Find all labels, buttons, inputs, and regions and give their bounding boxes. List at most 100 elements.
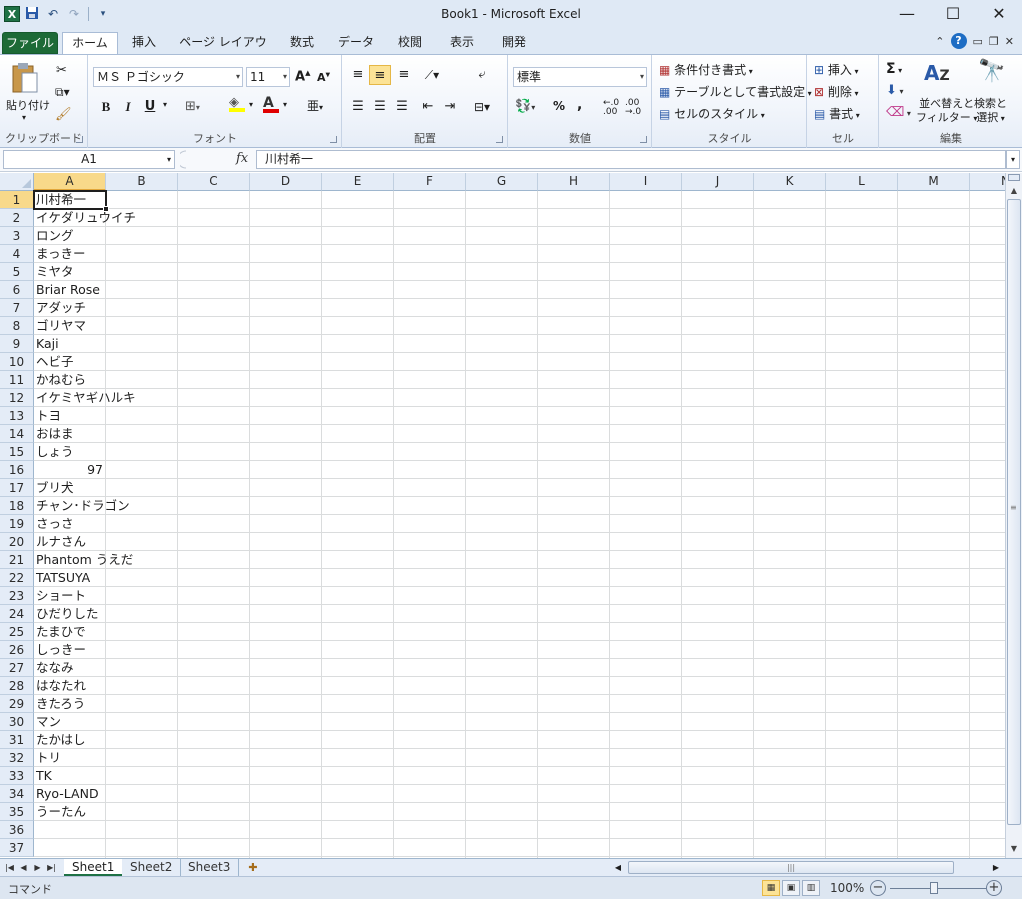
row-header[interactable]: 24: [0, 605, 34, 623]
cell-a14[interactable]: おはま: [34, 425, 74, 443]
cell-a22[interactable]: TATSUYA: [34, 569, 90, 587]
cell-a20[interactable]: ルナさん: [34, 533, 86, 551]
tab-file[interactable]: ファイル: [2, 32, 58, 54]
column-header[interactable]: N: [970, 173, 1005, 191]
sort-filter-button[interactable]: 並べ替えと フィルター ▾: [916, 97, 977, 126]
cell-a37[interactable]: [34, 839, 36, 857]
paste-icon[interactable]: [10, 61, 40, 98]
number-format-select[interactable]: 標準 ▾: [513, 67, 647, 87]
font-size-select[interactable]: 11 ▾: [246, 67, 290, 87]
split-box[interactable]: [1008, 174, 1020, 181]
cell-a30[interactable]: マン: [34, 713, 61, 731]
row-header[interactable]: 5: [0, 263, 34, 281]
next-sheet-icon[interactable]: ▶: [32, 860, 43, 876]
font-name-select[interactable]: ＭＳ Ｐゴシック ▾: [93, 67, 243, 87]
sort-filter-icon[interactable]: AZ: [924, 61, 950, 85]
alignment-launcher-icon[interactable]: [496, 136, 503, 143]
chevron-down-icon[interactable]: ▾: [167, 151, 171, 168]
horizontal-scroll-thumb[interactable]: |||: [628, 861, 954, 874]
cell-a31[interactable]: たかはし: [34, 731, 86, 749]
row-header[interactable]: 25: [0, 623, 34, 641]
column-header[interactable]: L: [826, 173, 898, 191]
workbook-restore-icon[interactable]: ❐: [989, 35, 999, 48]
borders-icon[interactable]: ⊞▾: [185, 99, 200, 114]
cell-a25[interactable]: たまひで: [34, 623, 86, 641]
row-header[interactable]: 14: [0, 425, 34, 443]
scroll-down-icon[interactable]: ▼: [1006, 841, 1022, 857]
cell-a5[interactable]: ミヤタ: [34, 263, 74, 281]
workbook-minimize-icon[interactable]: ▭: [973, 35, 983, 48]
column-header[interactable]: I: [610, 173, 682, 191]
zoom-level[interactable]: 100%: [830, 881, 864, 895]
accounting-format-icon[interactable]: 💱▾: [515, 99, 535, 114]
comma-button[interactable]: ,: [577, 97, 582, 113]
tab-insert[interactable]: 挿入: [124, 32, 164, 54]
row-header[interactable]: 36: [0, 821, 34, 839]
horizontal-scrollbar[interactable]: ◀ ||| ▶: [606, 860, 1006, 875]
row-header[interactable]: 11: [0, 371, 34, 389]
align-right-icon[interactable]: ☰: [391, 97, 413, 117]
page-layout-view-icon[interactable]: ▣: [782, 880, 800, 896]
cell-a19[interactable]: さっさ: [34, 515, 74, 533]
column-header[interactable]: B: [106, 173, 178, 191]
format-as-table-button[interactable]: ▦ テーブルとして書式設定 ▾: [659, 83, 812, 100]
cell-a24[interactable]: ひだりした: [34, 605, 99, 623]
paste-button[interactable]: 貼り付け: [6, 97, 50, 113]
cell-a23[interactable]: ショート: [34, 587, 86, 605]
row-header[interactable]: 1: [0, 191, 34, 209]
align-middle-icon[interactable]: ≡: [369, 65, 391, 85]
fill-icon[interactable]: ⬇ ▾: [886, 83, 903, 98]
help-icon[interactable]: ?: [950, 33, 967, 49]
zoom-out-icon[interactable]: −: [870, 880, 886, 896]
zoom-slider-track[interactable]: [890, 888, 986, 889]
cell-a35[interactable]: うーたん: [34, 803, 86, 821]
cell-a10[interactable]: ヘビ子: [34, 353, 74, 371]
phonetic-guide-icon[interactable]: 亜▾: [307, 97, 323, 114]
percent-button[interactable]: %: [553, 99, 565, 113]
cell-a32[interactable]: トリ: [34, 749, 61, 767]
italic-button[interactable]: I: [117, 97, 139, 117]
row-header[interactable]: 33: [0, 767, 34, 785]
column-header[interactable]: F: [394, 173, 466, 191]
prev-sheet-icon[interactable]: ◀: [18, 860, 29, 876]
insert-sheet-icon[interactable]: ✚: [244, 860, 262, 875]
cell-a7[interactable]: アダッチ: [34, 299, 86, 317]
last-sheet-icon[interactable]: ▶|: [46, 860, 57, 876]
zoom-in-icon[interactable]: +: [986, 880, 1002, 896]
cell-a18[interactable]: チャン･ドラゴン: [34, 497, 130, 515]
row-header[interactable]: 6: [0, 281, 34, 299]
find-select-button[interactable]: 検索と 選択 ▾: [974, 97, 1007, 126]
row-header[interactable]: 32: [0, 749, 34, 767]
column-header[interactable]: H: [538, 173, 610, 191]
grow-font-icon[interactable]: A▲: [295, 69, 310, 84]
bold-button[interactable]: B: [95, 97, 117, 117]
cell-a11[interactable]: かねむら: [34, 371, 86, 389]
insert-cells-button[interactable]: ⊞ 挿入 ▾: [814, 61, 858, 78]
cell-a36[interactable]: [34, 821, 36, 839]
decrease-decimal-icon[interactable]: .00 →.0: [625, 99, 641, 117]
row-header[interactable]: 2: [0, 209, 34, 227]
column-header[interactable]: J: [682, 173, 754, 191]
worksheet-grid[interactable]: ABCDEFGHIJKLMN 1川村希一2イケダリュウイチ3ロング4まっきー5ミ…: [0, 173, 1005, 858]
scroll-right-icon[interactable]: ▶: [990, 860, 1002, 875]
select-all-button[interactable]: [0, 173, 34, 191]
cell-a2[interactable]: イケダリュウイチ: [34, 209, 136, 227]
cell-a17[interactable]: ブリ犬: [34, 479, 74, 497]
workbook-close-icon[interactable]: ✕: [1005, 35, 1014, 48]
fill-color-icon[interactable]: ◈: [229, 95, 245, 112]
decrease-indent-icon[interactable]: ⇤: [417, 97, 439, 117]
cell-a3[interactable]: ロング: [34, 227, 74, 245]
conditional-formatting-button[interactable]: ▦ 条件付き書式 ▾: [659, 61, 753, 78]
row-header[interactable]: 4: [0, 245, 34, 263]
row-header[interactable]: 13: [0, 407, 34, 425]
formula-input[interactable]: 川村希一: [256, 150, 1006, 169]
tab-view[interactable]: 表示: [442, 32, 482, 54]
minimize-icon[interactable]: —: [884, 0, 930, 30]
align-bottom-icon[interactable]: ≡: [393, 65, 415, 85]
cell-a13[interactable]: トヨ: [34, 407, 61, 425]
expand-formula-bar-icon[interactable]: ▾: [1006, 150, 1020, 169]
cell-a26[interactable]: しっきー: [34, 641, 86, 659]
row-header[interactable]: 16: [0, 461, 34, 479]
scroll-up-icon[interactable]: ▲: [1006, 183, 1022, 199]
row-header[interactable]: 9: [0, 335, 34, 353]
